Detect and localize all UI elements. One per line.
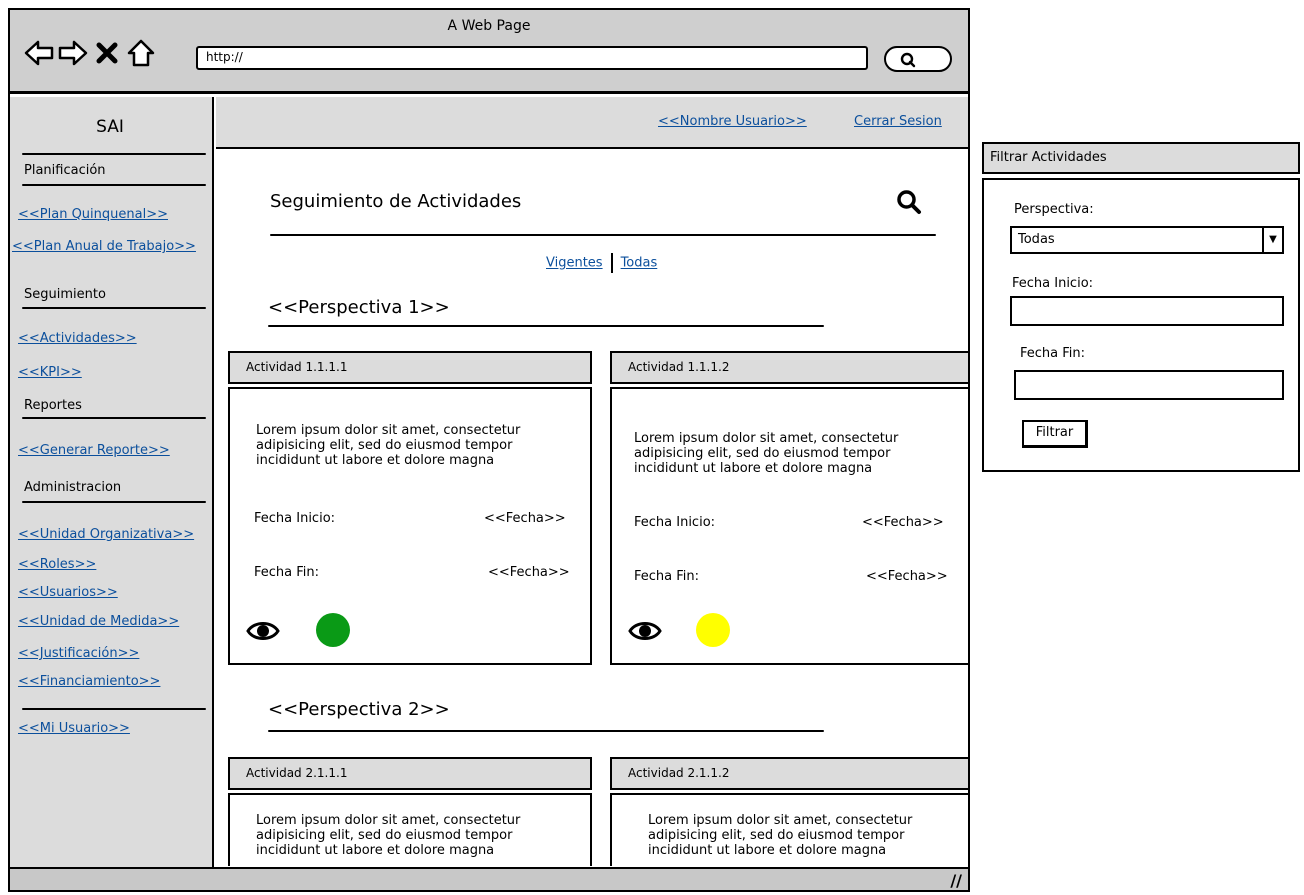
perspective-select-value: Todas [1018, 232, 1055, 247]
status-indicator [696, 613, 730, 647]
window-title: A Web Page [447, 18, 531, 34]
eye-icon[interactable] [628, 619, 662, 643]
chevron-down-icon[interactable]: ▼ [1262, 228, 1282, 252]
activity-card-header[interactable]: Actividad 2.1.1.1 [228, 757, 592, 790]
user-name-link[interactable]: <<Nombre Usuario>> [658, 114, 807, 129]
sidebar-item-justificacion[interactable]: <<Justificación>> [18, 646, 139, 661]
start-date-value: <<Fecha>> [484, 511, 566, 526]
activity-filter-tabs: Vigentes Todas [546, 253, 657, 273]
end-date-label: Fecha Fin: [634, 569, 700, 584]
sidebar-item-plan-anual[interactable]: <<Plan Anual de Trabajo>> [12, 239, 196, 254]
start-date-label: Fecha Inicio: [1012, 276, 1094, 291]
browser-chrome: A Web Page http:// [10, 10, 968, 94]
sidebar-item-plan-quinquenal[interactable]: <<Plan Quinquenal>> [18, 207, 168, 222]
sidebar-item-mi-usuario[interactable]: <<Mi Usuario>> [18, 721, 130, 736]
start-date-value: <<Fecha>> [862, 515, 944, 530]
activity-card: Lorem ipsum dolor sit amet, consectetur … [610, 793, 968, 866]
status-indicator [316, 613, 350, 647]
start-date-label: Fecha Inicio: [634, 515, 716, 530]
activity-card: Lorem ipsum dolor sit amet, consectetur … [228, 387, 592, 665]
activity-description: Lorem ipsum dolor sit amet, consectetur … [648, 813, 913, 858]
app-name: SAI [96, 117, 124, 137]
tab-vigentes[interactable]: Vigentes [546, 256, 603, 271]
perspective-title: <<Perspectiva 1>> [268, 297, 450, 318]
sidebar-item-usuarios[interactable]: <<Usuarios>> [18, 585, 118, 600]
start-date-field[interactable] [1010, 296, 1284, 326]
logout-link[interactable]: Cerrar Sesion [854, 114, 942, 129]
section-reportes: Reportes [24, 398, 82, 413]
activity-description: Lorem ipsum dolor sit amet, consectetur … [634, 431, 899, 476]
divider [22, 501, 206, 503]
sidebar-item-unidad-medida[interactable]: <<Unidad de Medida>> [18, 614, 179, 629]
perspective-select[interactable]: Todas ▼ [1010, 226, 1284, 254]
divider [270, 234, 936, 236]
forward-arrow-icon[interactable] [58, 38, 88, 68]
browser-search-button[interactable] [884, 46, 952, 72]
activity-card-header[interactable]: Actividad 1.1.1.1 [228, 351, 592, 384]
eye-icon[interactable] [246, 619, 280, 643]
sidebar-item-financiamiento[interactable]: <<Financiamiento>> [18, 674, 160, 689]
divider [22, 417, 206, 419]
divider [22, 184, 206, 186]
activity-description: Lorem ipsum dolor sit amet, consectetur … [256, 813, 521, 858]
sidebar-item-roles[interactable]: <<Roles>> [18, 557, 96, 572]
activity-card-header[interactable]: Actividad 2.1.1.2 [610, 757, 968, 790]
activity-card: Lorem ipsum dolor sit amet, consectetur … [610, 387, 968, 665]
activity-description: Lorem ipsum dolor sit amet, consectetur … [256, 423, 521, 468]
divider [22, 153, 206, 155]
resize-handle-icon[interactable]: // [950, 871, 962, 890]
divider [610, 253, 613, 273]
sidebar-item-unidad-organizativa[interactable]: <<Unidad Organizativa>> [18, 527, 194, 542]
url-input[interactable]: http:// [196, 46, 868, 70]
divider [22, 307, 206, 309]
back-arrow-icon[interactable] [24, 38, 54, 68]
filter-panel: Perspectiva: Todas ▼ Fecha Inicio: Fecha… [982, 178, 1300, 472]
divider [22, 708, 206, 710]
divider [268, 325, 824, 327]
end-date-field[interactable] [1014, 370, 1284, 400]
status-bar: // [10, 867, 968, 890]
divider [268, 730, 824, 732]
end-date-value: <<Fecha>> [488, 565, 570, 580]
end-date-label: Fecha Fin: [1020, 346, 1086, 361]
sidebar-item-generar-reporte[interactable]: <<Generar Reporte>> [18, 443, 170, 458]
home-icon[interactable] [126, 38, 156, 68]
section-planificacion: Planificación [24, 163, 106, 178]
activity-card-header[interactable]: Actividad 1.1.1.2 [610, 351, 968, 384]
main-content: Seguimiento de Actividades Vigentes Todas… [216, 151, 968, 866]
tab-todas[interactable]: Todas [621, 256, 658, 271]
filter-panel-title: Filtrar Actividades [982, 142, 1300, 174]
stop-icon[interactable] [92, 38, 122, 68]
browser-window: A Web Page http:// SAI Planificación <<P… [8, 8, 970, 892]
sidebar-item-actividades[interactable]: <<Actividades>> [18, 331, 137, 346]
search-icon [900, 52, 916, 68]
end-date-value: <<Fecha>> [866, 569, 948, 584]
perspective-title: <<Perspectiva 2>> [268, 699, 450, 720]
sidebar: SAI Planificación <<Plan Quinquenal>> <<… [10, 97, 214, 867]
section-administracion: Administracion [24, 480, 122, 495]
filter-button[interactable]: Filtrar [1022, 420, 1088, 448]
start-date-label: Fecha Inicio: [254, 511, 336, 526]
sidebar-item-kpi[interactable]: <<KPI>> [18, 365, 82, 380]
perspective-label: Perspectiva: [1014, 202, 1094, 217]
section-seguimiento: Seguimiento [24, 287, 106, 302]
top-header: <<Nombre Usuario>> Cerrar Sesion [216, 97, 968, 149]
search-icon[interactable] [896, 189, 922, 215]
page-title: Seguimiento de Actividades [270, 191, 522, 212]
activity-card: Lorem ipsum dolor sit amet, consectetur … [228, 793, 592, 866]
end-date-label: Fecha Fin: [254, 565, 320, 580]
